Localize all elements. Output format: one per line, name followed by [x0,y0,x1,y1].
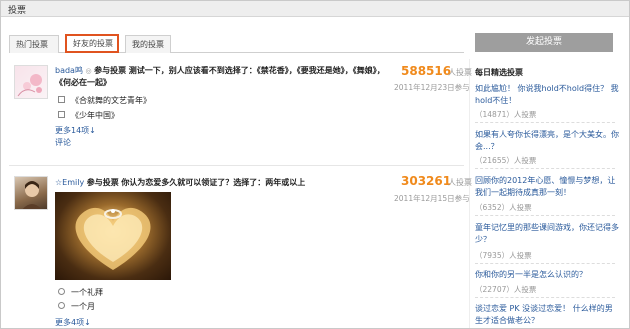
recommend-question[interactable]: 童年记忆里的那些课间游戏，你还记得多少？ [475,222,620,246]
launch-vote-button[interactable]: 发起投票 [475,33,613,52]
participate-date: 2011年12月23日参与 [394,83,470,92]
user-badge-icon: ◎ [85,67,92,75]
recommend-divider [475,297,615,298]
vote-count: 588516 [401,64,452,78]
feed-action: 参与投票 [86,178,119,187]
avatar-person-image [22,181,42,209]
feed-user-name[interactable]: ☆Emily [55,178,84,187]
feed-question[interactable]: 你认为恋爱多久就可以领证了？选择了：两年或以上 [121,178,305,187]
recommend-count: （7935）人投票 [475,251,532,260]
feed-divider [9,165,464,166]
feed-item-1-text: bada鸣 ◎ 参与投票 测试一下，别人应该看不到选择了：《禁花香》，《要我还是… [55,65,385,89]
recommend-divider [475,122,615,123]
option-label: 《合就舞的文艺青年》 [71,96,151,105]
daily-picks-title: 每日精选投票 [475,68,523,77]
option-radio[interactable] [58,288,65,295]
heart-ring-image [75,207,151,270]
tab-my-votes[interactable]: 我的投票 [125,35,171,53]
feed-action: 参与投票 [94,66,127,75]
tab-bar: 热门投票 好友的投票 我的投票 [9,33,464,53]
recommend-divider [475,168,615,169]
recommend-divider [475,263,615,264]
vote-heart-image [55,192,171,280]
recommend-count: （22707）人投票 [475,285,537,294]
vote-window: 投票 热门投票 好友的投票 我的投票 发起投票 bada鸣 ◎ 参与投票 测试一… [0,0,630,329]
tab-friends-votes[interactable]: 好友的投票 [65,34,119,53]
vote-count: 303261 [401,174,452,188]
recommend-count: （6352）人投票 [475,203,532,212]
option-checkbox[interactable] [58,111,65,118]
window-title: 投票 [8,6,27,16]
vote-count-unit: 人投票 [448,68,472,77]
title-bar: 投票 [1,1,629,17]
avatar[interactable] [14,176,48,210]
more-options-link[interactable]: 更多4项↓ [55,317,91,328]
option-checkbox[interactable] [58,96,65,103]
recommend-question[interactable]: 谈过恋爱 PK 没谈过恋爱！ 什么样的男生才适合做老公？ [475,303,620,327]
recommend-question[interactable]: 如此尴尬！ 你说我hold不hold得住？ 我hold不住！ [475,83,620,107]
avatar-flower-image [17,74,42,97]
feed-user-name[interactable]: bada鸣 [55,66,83,75]
more-options-link[interactable]: 更多14项↓ [55,125,96,136]
recommend-count: （21655）人投票 [475,156,537,165]
option-label: 《少年中国》 [71,111,119,120]
recommend-question[interactable]: 如果有人夸你长得漂亮，是个大美女。你会...？ [475,129,620,153]
option-label: 一个礼拜 [71,288,103,297]
vote-count-unit: 人投票 [448,178,472,187]
option-radio[interactable] [58,302,65,309]
recommend-question[interactable]: 回顾你的2012年心愿、憧憬与梦想，让我们一起期待成真那一刻！ [475,175,620,199]
recommend-divider [475,215,615,216]
recommend-count: （14871）人投票 [475,110,537,119]
feed-item-2-text: ☆Emily 参与投票 你认为恋爱多久就可以领证了？选择了：两年或以上 [55,177,385,189]
recommend-question[interactable]: 你和你的另一半是怎么认识的？ [475,269,620,281]
option-label: 一个月 [71,302,95,311]
tab-hot-votes[interactable]: 热门投票 [9,35,59,53]
avatar[interactable] [14,65,48,99]
comment-link[interactable]: 评论 [55,137,71,148]
participate-date: 2011年12月15日参与 [394,194,470,203]
